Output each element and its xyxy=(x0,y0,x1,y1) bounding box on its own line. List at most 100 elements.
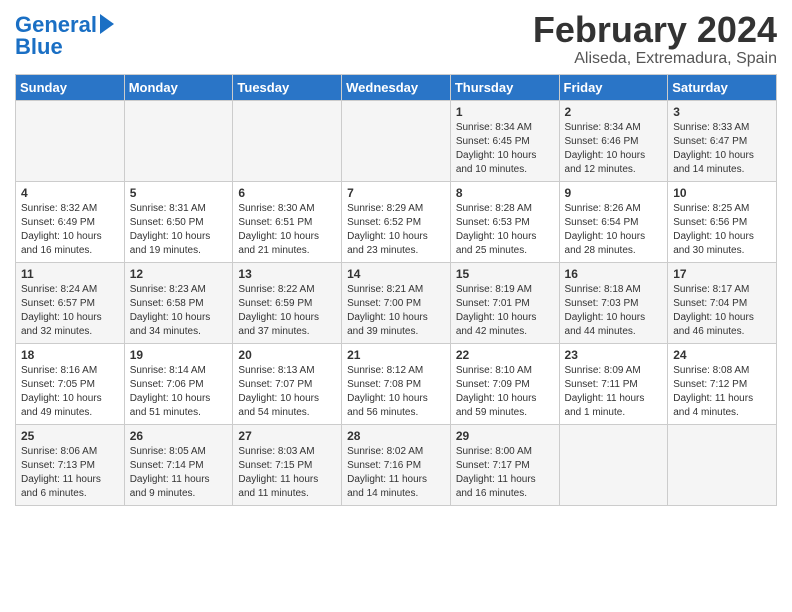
calendar-title: February 2024 xyxy=(533,10,777,50)
day-cell: 22 Sunrise: 8:10 AM Sunset: 7:09 PM Dayli… xyxy=(450,343,559,424)
day-number: 3 xyxy=(673,105,771,119)
day-number: 14 xyxy=(347,267,445,281)
col-saturday: Saturday xyxy=(668,74,777,100)
day-info: Sunrise: 8:26 AM Sunset: 6:54 PM Dayligh… xyxy=(565,202,663,258)
day-cell: 24 Sunrise: 8:08 AM Sunset: 7:12 PM Dayli… xyxy=(668,343,777,424)
day-info: Sunrise: 8:17 AM Sunset: 7:04 PM Dayligh… xyxy=(673,283,771,339)
day-number: 25 xyxy=(21,429,119,443)
day-cell: 8 Sunrise: 8:28 AM Sunset: 6:53 PM Daylig… xyxy=(450,181,559,262)
day-info: Sunrise: 8:34 AM Sunset: 6:45 PM Dayligh… xyxy=(456,121,554,177)
day-number: 4 xyxy=(21,186,119,200)
day-cell: 13 Sunrise: 8:22 AM Sunset: 6:59 PM Dayli… xyxy=(233,262,342,343)
day-cell: 26 Sunrise: 8:05 AM Sunset: 7:14 PM Dayli… xyxy=(124,424,233,505)
day-cell: 5 Sunrise: 8:31 AM Sunset: 6:50 PM Daylig… xyxy=(124,181,233,262)
col-friday: Friday xyxy=(559,74,668,100)
day-cell: 28 Sunrise: 8:02 AM Sunset: 7:16 PM Dayli… xyxy=(342,424,451,505)
day-cell: 11Sunrise: 8:24 AM Sunset: 6:57 PM Dayli… xyxy=(16,262,125,343)
day-number: 29 xyxy=(456,429,554,443)
day-number: 26 xyxy=(130,429,228,443)
logo-blue-text: Blue xyxy=(15,36,114,58)
day-number: 19 xyxy=(130,348,228,362)
title-block: February 2024 Aliseda, Extremadura, Spai… xyxy=(533,10,777,68)
day-cell: 19Sunrise: 8:14 AM Sunset: 7:06 PM Dayli… xyxy=(124,343,233,424)
day-cell xyxy=(559,424,668,505)
day-info: Sunrise: 8:12 AM Sunset: 7:08 PM Dayligh… xyxy=(347,364,445,420)
day-number: 28 xyxy=(347,429,445,443)
day-cell xyxy=(16,100,125,181)
calendar-header: Sunday Monday Tuesday Wednesday Thursday… xyxy=(16,74,777,100)
day-cell xyxy=(124,100,233,181)
week-row-2: 11Sunrise: 8:24 AM Sunset: 6:57 PM Dayli… xyxy=(16,262,777,343)
day-cell: 20Sunrise: 8:13 AM Sunset: 7:07 PM Dayli… xyxy=(233,343,342,424)
week-row-1: 4Sunrise: 8:32 AM Sunset: 6:49 PM Daylig… xyxy=(16,181,777,262)
day-cell: 12Sunrise: 8:23 AM Sunset: 6:58 PM Dayli… xyxy=(124,262,233,343)
day-cell: 27 Sunrise: 8:03 AM Sunset: 7:15 PM Dayli… xyxy=(233,424,342,505)
day-cell: 23Sunrise: 8:09 AM Sunset: 7:11 PM Dayli… xyxy=(559,343,668,424)
day-cell: 4Sunrise: 8:32 AM Sunset: 6:49 PM Daylig… xyxy=(16,181,125,262)
day-info: Sunrise: 8:22 AM Sunset: 6:59 PM Dayligh… xyxy=(238,283,336,339)
day-info: Sunrise: 8:02 AM Sunset: 7:16 PM Dayligh… xyxy=(347,445,445,501)
day-number: 11 xyxy=(21,267,119,281)
day-number: 9 xyxy=(565,186,663,200)
calendar-table: Sunday Monday Tuesday Wednesday Thursday… xyxy=(15,74,777,506)
day-cell: 7Sunrise: 8:29 AM Sunset: 6:52 PM Daylig… xyxy=(342,181,451,262)
day-info: Sunrise: 8:33 AM Sunset: 6:47 PM Dayligh… xyxy=(673,121,771,177)
day-cell: 9 Sunrise: 8:26 AM Sunset: 6:54 PM Daylig… xyxy=(559,181,668,262)
day-cell: 15 Sunrise: 8:19 AM Sunset: 7:01 PM Dayli… xyxy=(450,262,559,343)
day-cell xyxy=(342,100,451,181)
day-cell: 2Sunrise: 8:34 AM Sunset: 6:46 PM Daylig… xyxy=(559,100,668,181)
day-info: Sunrise: 8:06 AM Sunset: 7:13 PM Dayligh… xyxy=(21,445,119,501)
calendar-subtitle: Aliseda, Extremadura, Spain xyxy=(533,50,777,68)
day-info: Sunrise: 8:30 AM Sunset: 6:51 PM Dayligh… xyxy=(238,202,336,258)
logo-arrow-icon xyxy=(100,14,114,34)
day-cell: 16 Sunrise: 8:18 AM Sunset: 7:03 PM Dayli… xyxy=(559,262,668,343)
day-cell xyxy=(668,424,777,505)
day-number: 15 xyxy=(456,267,554,281)
day-number: 24 xyxy=(673,348,771,362)
day-info: Sunrise: 8:29 AM Sunset: 6:52 PM Dayligh… xyxy=(347,202,445,258)
day-info: Sunrise: 8:00 AM Sunset: 7:17 PM Dayligh… xyxy=(456,445,554,501)
day-info: Sunrise: 8:18 AM Sunset: 7:03 PM Dayligh… xyxy=(565,283,663,339)
day-number: 27 xyxy=(238,429,336,443)
day-number: 13 xyxy=(238,267,336,281)
day-info: Sunrise: 8:10 AM Sunset: 7:09 PM Dayligh… xyxy=(456,364,554,420)
day-number: 16 xyxy=(565,267,663,281)
col-tuesday: Tuesday xyxy=(233,74,342,100)
day-info: Sunrise: 8:23 AM Sunset: 6:58 PM Dayligh… xyxy=(130,283,228,339)
day-number: 1 xyxy=(456,105,554,119)
day-cell: 3 Sunrise: 8:33 AM Sunset: 6:47 PM Daylig… xyxy=(668,100,777,181)
col-wednesday: Wednesday xyxy=(342,74,451,100)
day-number: 22 xyxy=(456,348,554,362)
day-number: 21 xyxy=(347,348,445,362)
day-cell: 29 Sunrise: 8:00 AM Sunset: 7:17 PM Dayli… xyxy=(450,424,559,505)
day-info: Sunrise: 8:16 AM Sunset: 7:05 PM Dayligh… xyxy=(21,364,119,420)
day-cell: 6 Sunrise: 8:30 AM Sunset: 6:51 PM Daylig… xyxy=(233,181,342,262)
day-cell: 14 Sunrise: 8:21 AM Sunset: 7:00 PM Dayli… xyxy=(342,262,451,343)
day-cell: 10 Sunrise: 8:25 AM Sunset: 6:56 PM Dayli… xyxy=(668,181,777,262)
day-info: Sunrise: 8:13 AM Sunset: 7:07 PM Dayligh… xyxy=(238,364,336,420)
logo-text: General xyxy=(15,14,97,36)
day-cell: 1 Sunrise: 8:34 AM Sunset: 6:45 PM Daylig… xyxy=(450,100,559,181)
day-info: Sunrise: 8:19 AM Sunset: 7:01 PM Dayligh… xyxy=(456,283,554,339)
day-number: 10 xyxy=(673,186,771,200)
day-info: Sunrise: 8:03 AM Sunset: 7:15 PM Dayligh… xyxy=(238,445,336,501)
day-info: Sunrise: 8:05 AM Sunset: 7:14 PM Dayligh… xyxy=(130,445,228,501)
day-info: Sunrise: 8:21 AM Sunset: 7:00 PM Dayligh… xyxy=(347,283,445,339)
day-info: Sunrise: 8:08 AM Sunset: 7:12 PM Dayligh… xyxy=(673,364,771,420)
day-number: 18 xyxy=(21,348,119,362)
col-monday: Monday xyxy=(124,74,233,100)
day-cell: 25 Sunrise: 8:06 AM Sunset: 7:13 PM Dayli… xyxy=(16,424,125,505)
day-number: 5 xyxy=(130,186,228,200)
day-number: 2 xyxy=(565,105,663,119)
day-cell xyxy=(233,100,342,181)
day-number: 8 xyxy=(456,186,554,200)
day-info: Sunrise: 8:31 AM Sunset: 6:50 PM Dayligh… xyxy=(130,202,228,258)
day-cell: 18 Sunrise: 8:16 AM Sunset: 7:05 PM Dayli… xyxy=(16,343,125,424)
week-row-0: 1 Sunrise: 8:34 AM Sunset: 6:45 PM Daylig… xyxy=(16,100,777,181)
week-row-4: 25 Sunrise: 8:06 AM Sunset: 7:13 PM Dayli… xyxy=(16,424,777,505)
day-number: 6 xyxy=(238,186,336,200)
col-thursday: Thursday xyxy=(450,74,559,100)
header: General Blue February 2024 Aliseda, Extr… xyxy=(15,10,777,68)
day-info: Sunrise: 8:28 AM Sunset: 6:53 PM Dayligh… xyxy=(456,202,554,258)
day-info: Sunrise: 8:25 AM Sunset: 6:56 PM Dayligh… xyxy=(673,202,771,258)
